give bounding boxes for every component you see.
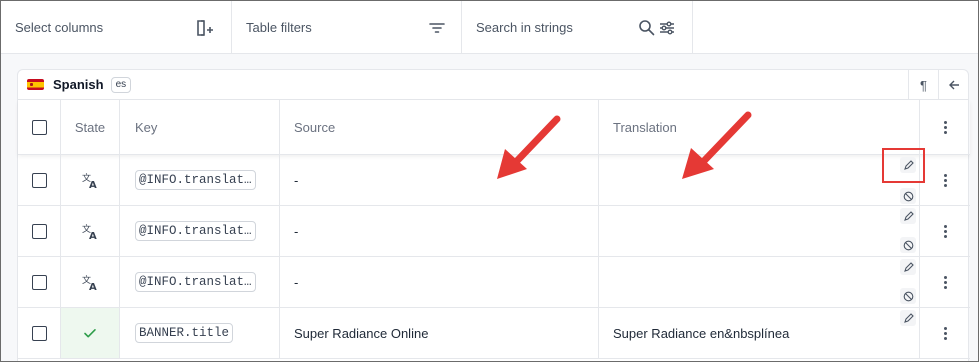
disable-icon[interactable] [900,237,916,253]
key-column-header: Key [135,119,158,135]
language-header: Spanish es ¶ [18,70,968,100]
source-text: - [294,274,299,290]
row-more-icon[interactable] [943,275,947,289]
key-chip[interactable]: @INFO.translat… [135,272,256,292]
strings-table: State Key Source Translation 文 A @INFO.t… [18,100,970,359]
edit-pencil-icon[interactable] [900,310,916,326]
columns-icon[interactable] [195,18,215,38]
table-row: 文 A @INFO.translat… - [18,206,970,257]
edit-pencil-icon[interactable] [900,259,916,275]
language-panel: Spanish es ¶ State Key Source Translatio… [17,69,970,361]
translate-icon: 文 A [82,223,97,240]
translation-cell[interactable]: Super Radiance en&nbsplínea [599,308,919,358]
source-text: Super Radiance Online [294,325,429,341]
search-input[interactable]: Search in strings [476,20,573,35]
translate-icon: 文 A [82,172,97,189]
state-column-header: State [74,119,106,135]
disable-icon[interactable] [900,188,916,204]
pilcrow-icon[interactable]: ¶ [908,70,938,100]
row-more-icon[interactable] [943,224,947,238]
translation-cell[interactable] [599,206,919,256]
source-column-header: Source [294,119,336,135]
source-text: - [294,223,299,239]
spain-flag-icon [27,79,44,90]
translation-cell[interactable] [599,155,919,205]
source-text: - [294,172,299,188]
row-checkbox[interactable] [31,223,47,239]
table-header-row: State Key Source Translation [18,100,970,155]
row-more-icon[interactable] [943,173,947,187]
app-frame: Select columns Table filters Search in s… [0,0,979,362]
toolbar: Select columns Table filters Search in s… [1,1,978,54]
select-all-checkbox[interactable] [31,119,47,135]
disable-icon[interactable] [900,288,916,304]
row-checkbox[interactable] [31,325,47,341]
table-row: BANNER.title Super Radiance Online Super… [18,308,970,359]
table-filters-control[interactable]: Table filters [232,1,462,54]
svg-text:A: A [89,231,97,240]
row-checkbox[interactable] [31,274,47,290]
svg-text:A: A [89,282,97,291]
translation-cell[interactable] [599,257,919,307]
search-settings-icon[interactable] [657,18,677,38]
translate-icon: 文 A [82,274,97,291]
search-icon[interactable] [637,18,657,38]
select-columns-label: Select columns [15,20,104,35]
translation-text: Super Radiance en&nbsplínea [613,325,790,341]
language-code-badge: es [110,76,132,93]
table-row: 文 A @INFO.translat… - [18,257,970,308]
table-row: 文 A @INFO.translat… - [18,155,970,206]
language-name: Spanish [53,77,104,92]
key-chip[interactable]: @INFO.translat… [135,170,256,190]
highlight-box [882,148,925,183]
search-strings-control[interactable]: Search in strings [462,1,693,54]
row-more-icon[interactable] [943,326,947,340]
arrow-left-icon[interactable] [938,70,968,100]
svg-text:A: A [89,180,97,189]
edit-pencil-icon[interactable] [900,208,916,224]
check-icon [84,329,96,338]
table-filters-label: Table filters [246,20,312,35]
key-chip[interactable]: @INFO.translat… [135,221,256,241]
select-columns-control[interactable]: Select columns [1,1,232,54]
translation-column-header: Translation [613,119,677,135]
row-checkbox[interactable] [31,172,47,188]
filter-icon[interactable] [427,18,447,38]
header-more-icon[interactable] [943,120,947,134]
key-chip[interactable]: BANNER.title [135,323,234,343]
